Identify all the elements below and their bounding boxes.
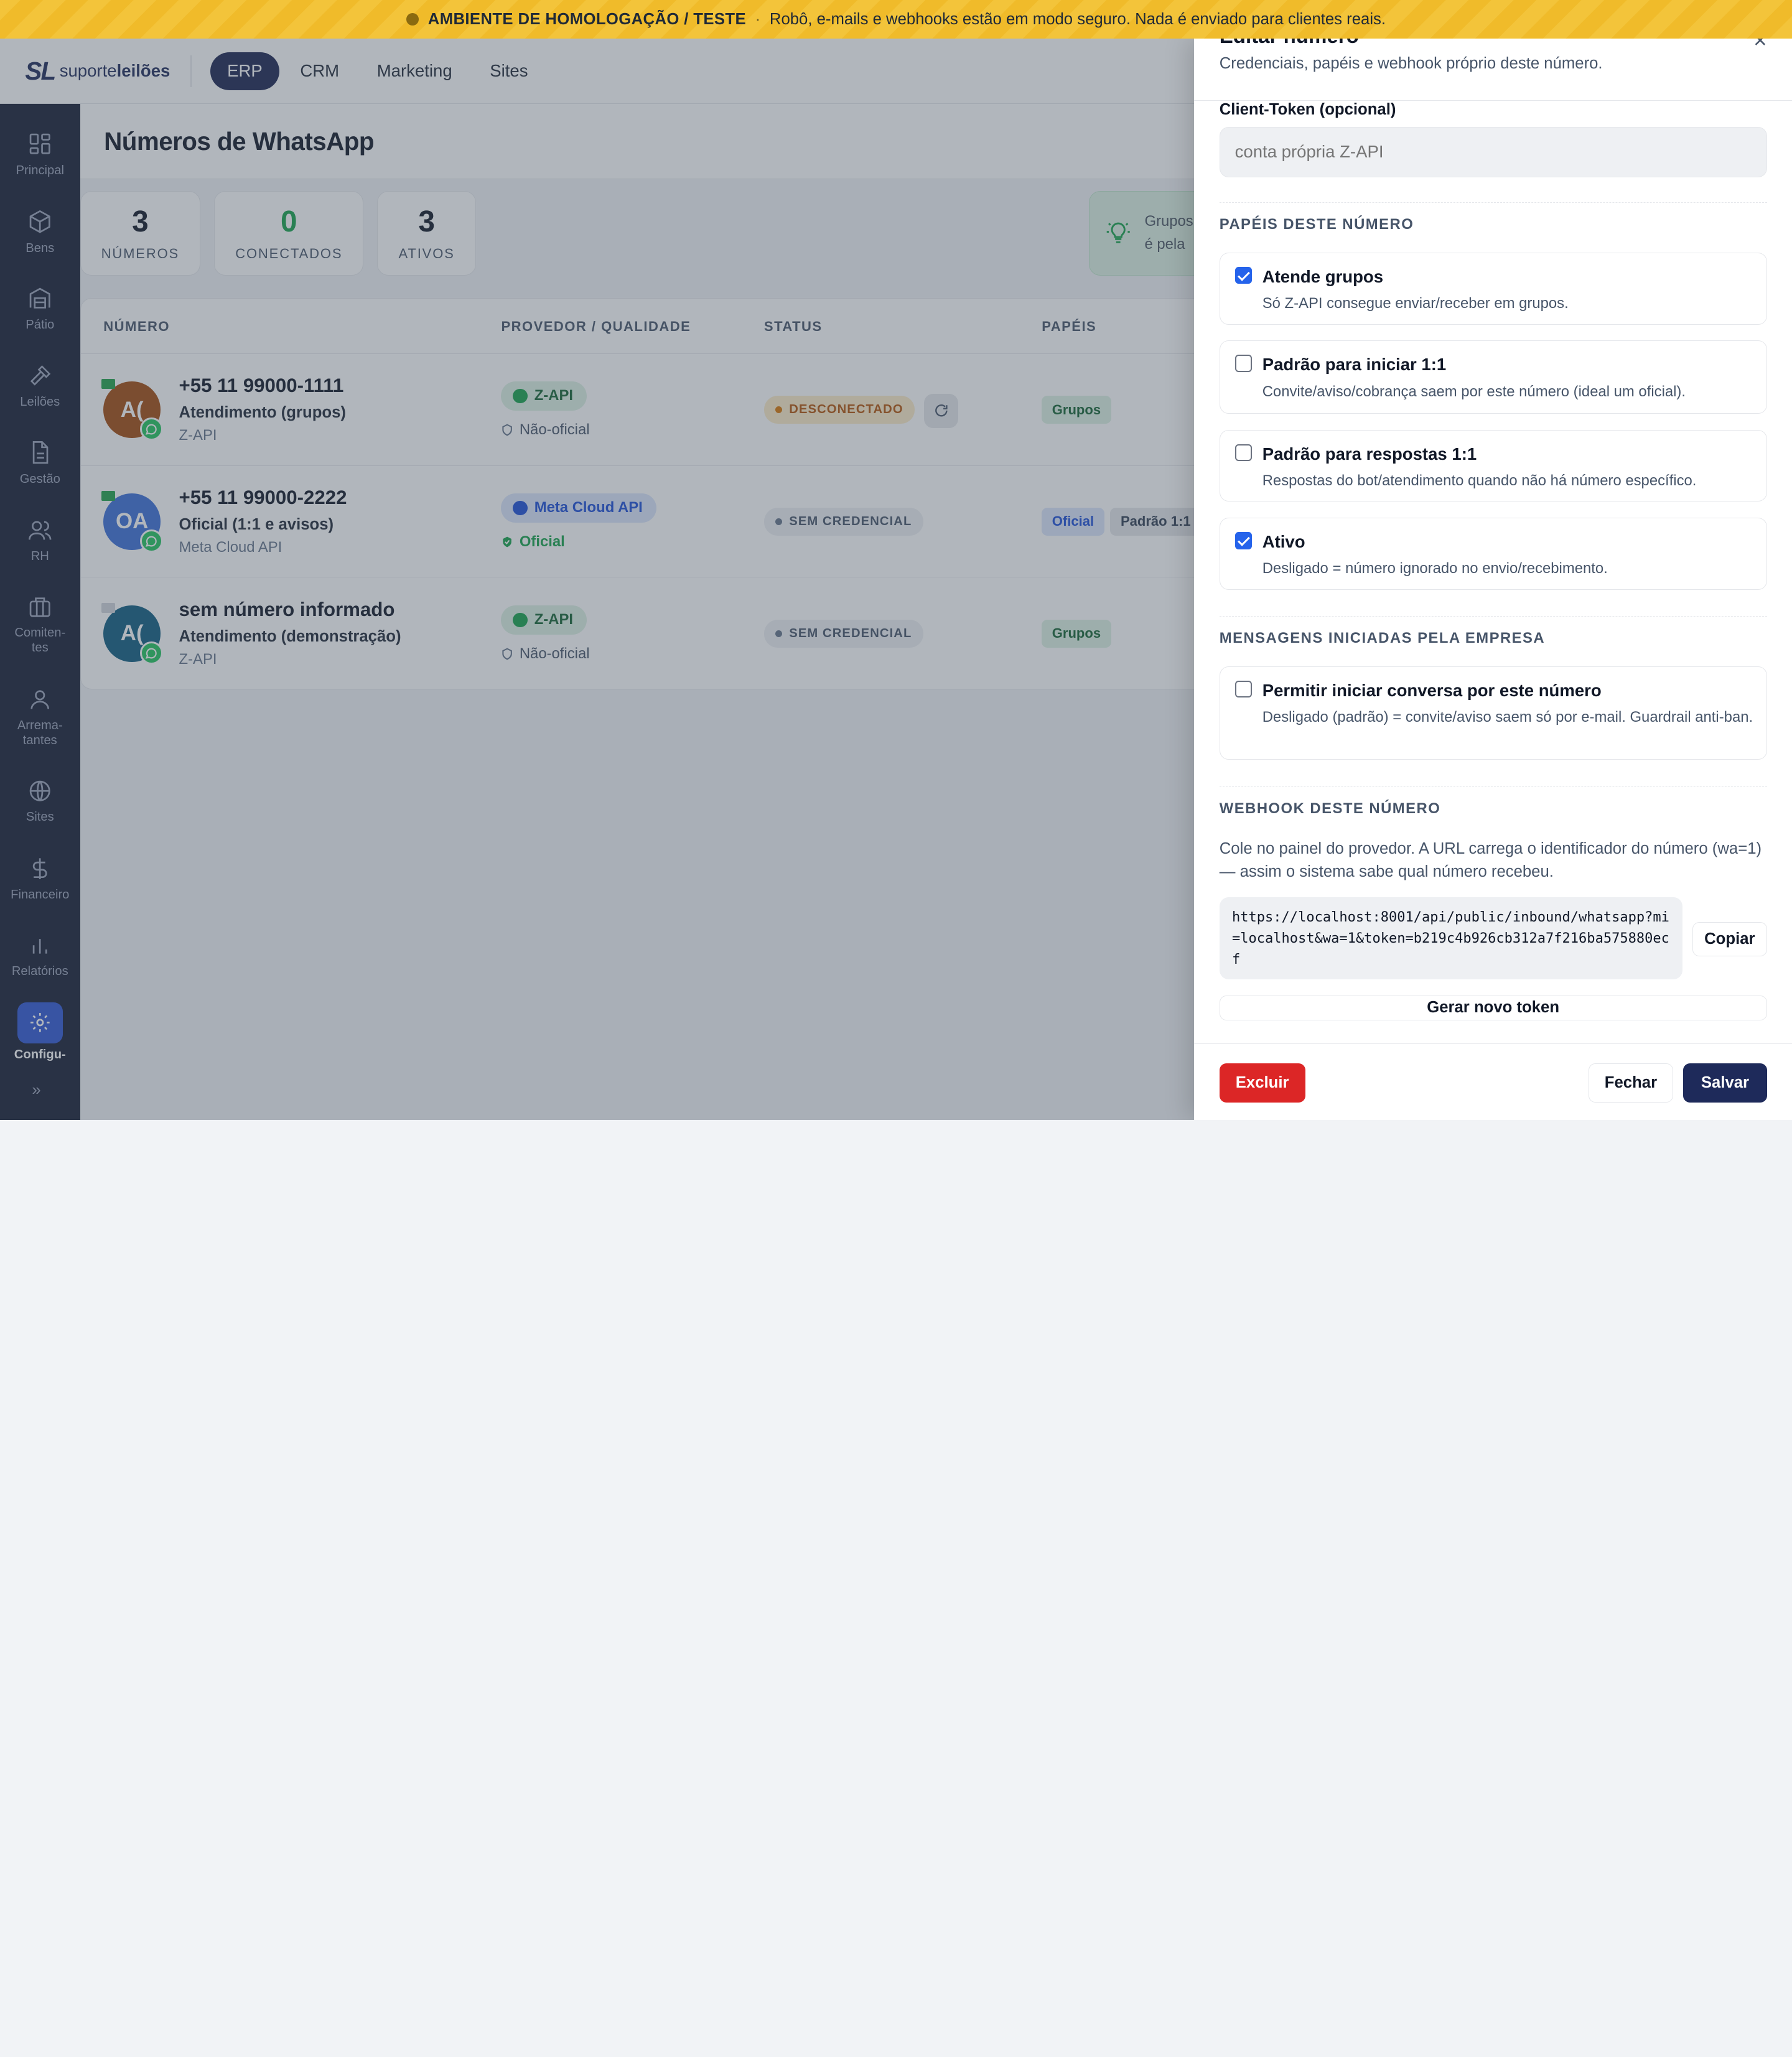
close-button[interactable]: Fechar (1589, 1063, 1673, 1103)
warning-dot-icon (406, 13, 419, 26)
option-description: Só Z-API consegue enviar/receber em grup… (1262, 295, 1569, 312)
generate-token-button[interactable]: Gerar novo token (1219, 995, 1767, 1021)
environment-banner: AMBIENTE DE HOMOLOGAÇÃO / TESTE · Robô, … (0, 0, 1792, 39)
close-icon[interactable]: × (1753, 39, 1766, 54)
checkbox-unchecked[interactable] (1234, 444, 1253, 462)
option-description: Convite/aviso/cobrança saem por este núm… (1262, 383, 1686, 400)
section-divider (1219, 615, 1767, 617)
webhook-section-title: WEBHOOK DESTE NÚMERO (1219, 800, 1441, 817)
copy-button[interactable]: Copiar (1692, 922, 1767, 957)
webhook-url-field[interactable]: https://localhost:8001/api/public/inboun… (1219, 897, 1682, 980)
drawer-subtitle: Credenciais, papéis e webhook próprio de… (1219, 55, 1603, 73)
option-title: Permitir iniciar conversa por este númer… (1262, 680, 1602, 700)
edit-number-drawer: Editar número Credenciais, papéis e webh… (1194, 39, 1792, 1120)
role-option-atende-grupos[interactable]: Atende grupos Só Z-API consegue enviar/r… (1219, 252, 1767, 325)
role-option-iniciar-1-1[interactable]: Padrão para iniciar 1:1 Convite/aviso/co… (1219, 340, 1767, 414)
client-token-label: Client-Token (opcional) (1219, 100, 1396, 118)
checkbox-checked[interactable] (1234, 266, 1253, 284)
banner-separator: · (755, 10, 761, 28)
section-divider (1219, 202, 1767, 203)
drawer-footer: Excluir Fechar Salvar (1194, 1043, 1792, 1120)
option-title: Atende grupos (1262, 266, 1384, 286)
company-option-iniciar-conversa[interactable]: Permitir iniciar conversa por este númer… (1219, 666, 1767, 760)
role-option-ativo[interactable]: Ativo Desligado = número ignorado no env… (1219, 518, 1767, 590)
option-description: Desligado (padrão) = convite/aviso saem … (1262, 709, 1753, 726)
webhook-description: Cole no painel do provedor. A URL carreg… (1219, 840, 1762, 880)
drawer-title: Editar número (1220, 39, 1359, 49)
checkbox-unchecked[interactable] (1234, 355, 1253, 372)
section-divider (1219, 786, 1767, 787)
company-section-title: MENSAGENS INICIADAS PELA EMPRESA (1219, 630, 1546, 646)
banner-message: Robô, e-mails e webhooks estão em modo s… (769, 10, 1386, 28)
drawer-backdrop[interactable] (0, 39, 1195, 1120)
delete-button[interactable]: Excluir (1219, 1063, 1305, 1103)
banner-title: AMBIENTE DE HOMOLOGAÇÃO / TESTE (427, 10, 746, 28)
drawer-header: Editar número Credenciais, papéis e webh… (1194, 39, 1792, 101)
role-option-respostas-1-1[interactable]: Padrão para respostas 1:1 Respostas do b… (1219, 429, 1767, 502)
option-description: Respostas do bot/atendimento quando não … (1262, 472, 1697, 489)
client-token-input[interactable] (1219, 126, 1767, 177)
save-button[interactable]: Salvar (1683, 1063, 1767, 1103)
checkbox-unchecked[interactable] (1234, 680, 1253, 698)
option-title: Padrão para respostas 1:1 (1262, 444, 1477, 464)
checkbox-checked[interactable] (1234, 532, 1253, 549)
option-title: Padrão para iniciar 1:1 (1262, 355, 1447, 375)
option-title: Ativo (1262, 532, 1305, 552)
option-description: Desligado = número ignorado no envio/rec… (1262, 560, 1608, 577)
roles-section-title: PAPÉIS DESTE NÚMERO (1219, 216, 1414, 233)
